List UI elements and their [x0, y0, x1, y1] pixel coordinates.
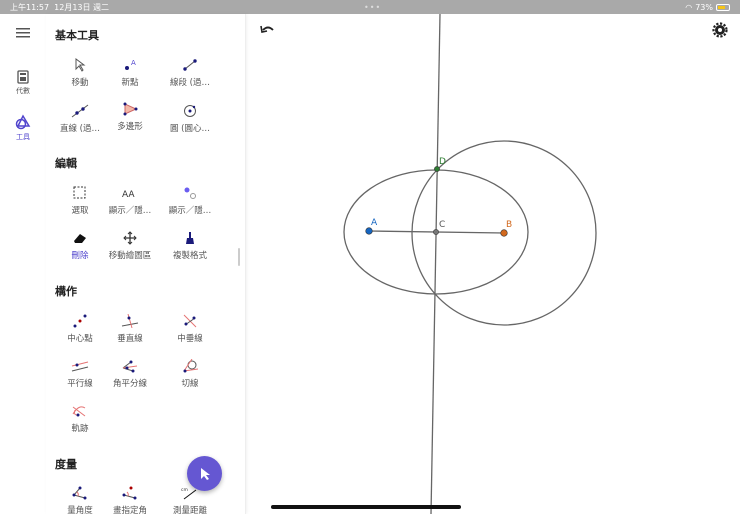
tool-label: 角平分線	[112, 379, 147, 389]
tool-copy-style[interactable]: 複製格式	[160, 231, 220, 261]
tool-label: 軌跡	[71, 424, 89, 434]
svg-text:AA: AA	[122, 190, 135, 200]
battery-icon	[716, 3, 730, 11]
battery-percent: 73%	[695, 2, 713, 12]
locus-icon	[72, 406, 86, 417]
settings-gear-icon[interactable]	[712, 22, 728, 38]
tool-label: 複製格式	[172, 251, 207, 261]
label-icon: AA	[122, 190, 135, 200]
tool-segment[interactable]: 線段 (過…	[160, 58, 220, 88]
multitasking-dots[interactable]: •••	[364, 3, 381, 12]
point-a[interactable]	[365, 227, 373, 235]
calculator-icon	[17, 70, 29, 84]
tool-show-label[interactable]: AA 顯示／隱…	[100, 186, 160, 216]
tool-label: 移動繪圖區	[108, 251, 152, 261]
tool-label: 線段 (過…	[169, 78, 211, 88]
perpendicular-bisector-line[interactable]	[430, 13, 441, 514]
tool-label: 量角度	[67, 506, 93, 514]
rail-tools-label: 工具	[16, 133, 30, 141]
section-edit-title: 編輯	[55, 157, 77, 170]
point-c[interactable]	[433, 229, 439, 235]
tools-icon	[15, 114, 31, 130]
move-arrows-icon	[123, 231, 137, 245]
label-b: B	[506, 220, 512, 230]
tool-angle-bisector[interactable]: 角平分線	[100, 359, 160, 389]
label-d: D	[439, 157, 446, 167]
tool-label: 中心點	[67, 334, 93, 344]
tool-perp-bisector[interactable]: 中垂線	[160, 314, 220, 344]
section-basic-title: 基本工具	[55, 29, 99, 42]
label-c: C	[439, 220, 445, 230]
midpoint-icon	[73, 314, 87, 328]
parallel-icon	[71, 361, 89, 372]
tool-label: 刪除	[71, 251, 89, 261]
polygon-icon	[123, 102, 138, 116]
status-date: 12月13日 週二	[54, 2, 110, 12]
segment-icon	[183, 59, 197, 71]
tool-label: 平行線	[67, 379, 93, 389]
tool-polygon[interactable]: 多邊形	[100, 102, 160, 132]
svg-text:cm: cm	[181, 488, 188, 493]
wifi-icon: ◠	[685, 2, 693, 12]
tool-label: 顯示／隱…	[168, 206, 212, 216]
rail-tools[interactable]: 工具	[0, 114, 46, 142]
tool-label: 圓 (圓心…	[169, 124, 211, 134]
floating-move-button[interactable]	[187, 456, 222, 491]
tool-label: 選取	[71, 206, 89, 216]
tool-label: 多邊形	[117, 122, 143, 132]
tool-show-object[interactable]: 顯示／隱…	[160, 186, 220, 216]
tool-locus[interactable]: 軌跡	[50, 404, 110, 434]
rail-algebra[interactable]: 代數	[0, 70, 46, 96]
rail-algebra-label: 代數	[16, 87, 30, 95]
label-a: A	[371, 218, 378, 228]
tool-label: 垂直線	[117, 334, 143, 344]
circle-icon	[184, 105, 196, 117]
tool-distance[interactable]: cm 測量距離	[160, 486, 220, 514]
show-hide-icon	[184, 187, 196, 199]
home-indicator[interactable]	[271, 505, 461, 509]
point-icon: A	[125, 59, 136, 70]
tool-label: 中垂線	[177, 334, 203, 344]
tool-angle-given-size[interactable]: 畫指定角	[100, 486, 160, 514]
tools-panel: 基本工具 移動 A 新點 線段 (過… 直線 (過… 多邊形 圓 (圓心… 編輯 …	[46, 14, 246, 514]
section-measure-title: 度量	[55, 458, 77, 471]
tool-label: 直線 (過…	[59, 124, 101, 134]
tool-label: 切線	[181, 379, 199, 389]
line-icon	[71, 104, 89, 118]
tool-tangent[interactable]: 切線	[160, 359, 220, 389]
perpendicular-icon	[121, 314, 139, 328]
select-icon	[73, 186, 86, 199]
tool-perpendicular[interactable]: 垂直線	[100, 314, 160, 344]
perpendicular-bisector-icon	[183, 314, 197, 328]
tool-label: 移動	[71, 78, 89, 88]
side-rail: 代數 工具	[0, 14, 46, 514]
tool-label: 新點	[121, 78, 139, 88]
point-d[interactable]	[434, 166, 440, 172]
tool-point[interactable]: A 新點	[100, 58, 160, 88]
angle-bisector-icon	[122, 360, 138, 373]
eraser-icon	[74, 234, 86, 243]
tool-move-graphics[interactable]: 移動繪圖區	[100, 231, 160, 261]
menu-button[interactable]	[0, 28, 46, 40]
angle-icon	[72, 486, 87, 500]
svg-text:A: A	[131, 59, 136, 67]
section-construct-title: 構作	[55, 285, 77, 298]
cursor-icon	[75, 58, 86, 72]
hamburger-icon	[16, 28, 30, 38]
scrollbar[interactable]	[238, 248, 240, 266]
tool-label: 測量距離	[172, 506, 207, 514]
status-time: 上午11:57	[10, 2, 50, 12]
tool-circle[interactable]: 圓 (圓心…	[160, 104, 220, 134]
tool-label: 顯示／隱…	[108, 206, 152, 216]
undo-button[interactable]	[260, 25, 274, 33]
cursor-icon	[200, 467, 210, 480]
brush-icon	[186, 232, 194, 244]
tangent-icon	[183, 359, 198, 373]
angle-given-size-icon	[122, 486, 137, 500]
point-b[interactable]	[500, 229, 508, 237]
tool-label: 畫指定角	[112, 506, 147, 514]
